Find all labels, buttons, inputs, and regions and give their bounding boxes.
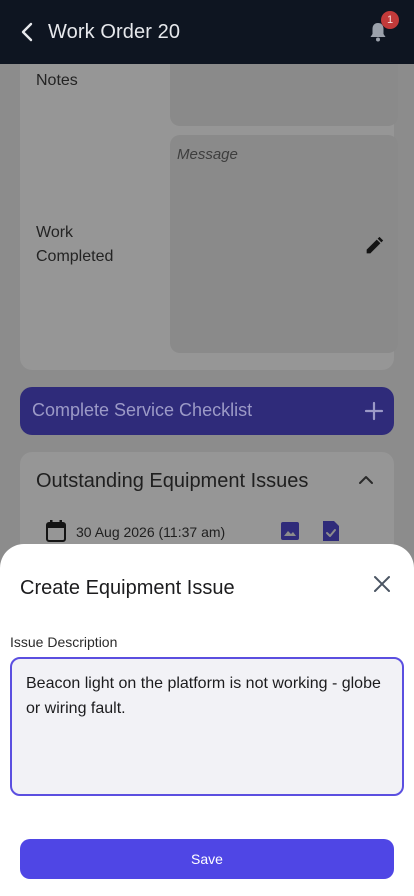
issue-description-field[interactable]: Beacon light on the platform is not work… <box>10 657 404 796</box>
notes-card: Notes Work Completed Message <box>20 64 398 370</box>
issues-title: Outstanding Equipment Issues <box>36 470 309 492</box>
chevron-left-icon <box>21 22 33 42</box>
issue-description-label: Issue Description <box>10 634 118 650</box>
save-button[interactable]: Save <box>20 839 394 879</box>
chevron-up-icon[interactable] <box>358 472 374 488</box>
close-icon <box>374 576 390 592</box>
sheet-title: Create Equipment Issue <box>20 577 235 599</box>
work-completed-label-line1: Work <box>36 224 74 241</box>
pencil-icon <box>366 236 384 254</box>
close-button[interactable] <box>372 574 392 594</box>
notification-badge: 1 <box>381 11 399 29</box>
work-completed-label-line2: Completed <box>36 248 114 265</box>
edit-button[interactable] <box>363 235 385 257</box>
app-header: Work Order 20 1 <box>0 0 414 64</box>
calendar-icon <box>46 520 66 542</box>
page-title: Work Order 20 <box>48 21 181 43</box>
create-issue-sheet: Create Equipment Issue Issue Description… <box>0 544 414 896</box>
message-placeholder: Message <box>177 146 238 163</box>
notes-field[interactable] <box>170 64 398 126</box>
issue-date: 30 Aug 2026 (11:37 am) <box>76 524 226 540</box>
plus-icon <box>364 401 384 421</box>
back-button[interactable] <box>16 20 40 44</box>
checklist-label: Complete Service Checklist <box>32 400 253 420</box>
image-icon[interactable] <box>281 522 299 540</box>
notes-label: Notes <box>36 72 78 89</box>
document-check-icon[interactable] <box>322 520 340 542</box>
complete-checklist-button[interactable]: Complete Service Checklist <box>20 387 394 435</box>
